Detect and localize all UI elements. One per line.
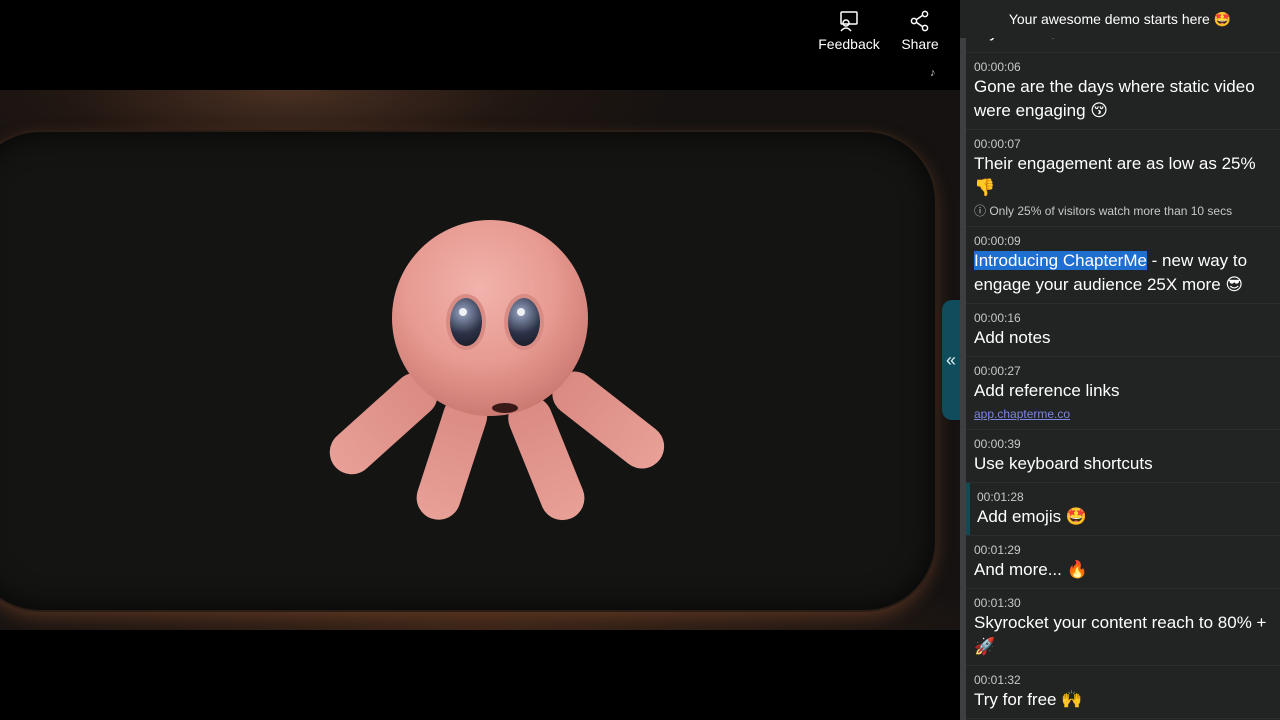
chapter-title: Try for free 🙌 (974, 690, 1083, 709)
chapter-title: And more... 🔥 (974, 560, 1088, 579)
octopus-eye (508, 298, 540, 346)
chapter-item[interactable]: 00:00:16 Add notes (960, 304, 1280, 357)
collapse-panel-button[interactable]: « (942, 300, 960, 420)
chapter-title: Add emojis 🤩 (977, 507, 1087, 526)
chapter-title: Introducing ChapterMe - new way to engag… (974, 249, 1268, 297)
chapter-item[interactable]: 00:00:39 Use keyboard shortcuts (960, 430, 1280, 483)
chapter-time: 00:00:27 (974, 364, 1021, 378)
chapter-item[interactable]: 00:00:09 Introducing ChapterMe - new way… (960, 227, 1280, 304)
share-icon (910, 10, 929, 32)
octopus-mouth (492, 403, 518, 413)
chapter-title: Skyrocket your content reach to 80% + 🚀 (974, 613, 1267, 656)
octopus-eye (450, 298, 482, 346)
chapter-time: 00:01:32 (974, 673, 1021, 687)
feedback-button[interactable]: Feedback (818, 10, 880, 52)
chapter-reference-link[interactable]: app.chapterme.co (974, 405, 1268, 423)
chapter-note: ⓘ Only 25% of visitors watch more than 1… (974, 204, 1233, 218)
chapter-title: Add reference links (974, 381, 1120, 400)
feedback-icon (840, 11, 858, 32)
chapter-item[interactable]: 00:00:07 Their engagement are as low as … (960, 130, 1280, 227)
video-player[interactable]: Feedback Share ♪ « (0, 0, 960, 720)
chapter-item[interactable]: 00:01:32 Try for free 🙌 (960, 666, 1280, 719)
chapters-panel: Your awesome demo starts here 🤩 Try it o… (960, 0, 1280, 720)
music-note-icon: ♪ (930, 67, 936, 79)
chapter-time: 00:00:16 (974, 311, 1021, 325)
share-label: Share (901, 36, 939, 52)
chapter-item[interactable]: 00:01:29 And more... 🔥 (960, 536, 1280, 589)
feedback-label: Feedback (818, 36, 880, 52)
chapter-list: Try it out 😀 00:00:06 Gone are the days … (960, 12, 1280, 719)
chapter-title: Their engagement are as low as 25% 👎 (974, 154, 1256, 197)
chapter-time: 00:01:29 (974, 543, 1021, 557)
video-frame[interactable] (0, 90, 960, 630)
chapter-item[interactable]: 00:00:27 Add reference links app.chapter… (960, 357, 1280, 430)
chapter-time: 00:00:39 (974, 437, 1021, 451)
octopus-emoji (320, 220, 673, 540)
chapter-title: Use keyboard shortcuts (974, 454, 1153, 473)
share-button[interactable]: Share (898, 10, 942, 52)
chapter-time: 00:01:28 (977, 490, 1024, 504)
chapter-title: Gone are the days where static video wer… (974, 77, 1255, 120)
octopus-head (392, 220, 588, 416)
panel-scrollbar[interactable] (960, 0, 966, 720)
chapter-time: 00:00:09 (974, 234, 1021, 248)
chapter-time: 00:01:30 (974, 596, 1021, 610)
chapter-item[interactable]: 00:01:30 Skyrocket your content reach to… (960, 589, 1280, 666)
chapter-item-active[interactable]: 00:01:28 Add emojis 🤩 (960, 483, 1280, 536)
chapter-time: 00:00:07 (974, 137, 1021, 151)
panel-header: Your awesome demo starts here 🤩 (960, 0, 1280, 38)
chevrons-left-icon: « (945, 349, 956, 370)
chapter-time: 00:00:06 (974, 60, 1021, 74)
chapter-item[interactable]: 00:00:06 Gone are the days where static … (960, 53, 1280, 130)
chapter-title: Add notes (974, 328, 1051, 347)
selected-text: Introducing ChapterMe (974, 251, 1147, 270)
